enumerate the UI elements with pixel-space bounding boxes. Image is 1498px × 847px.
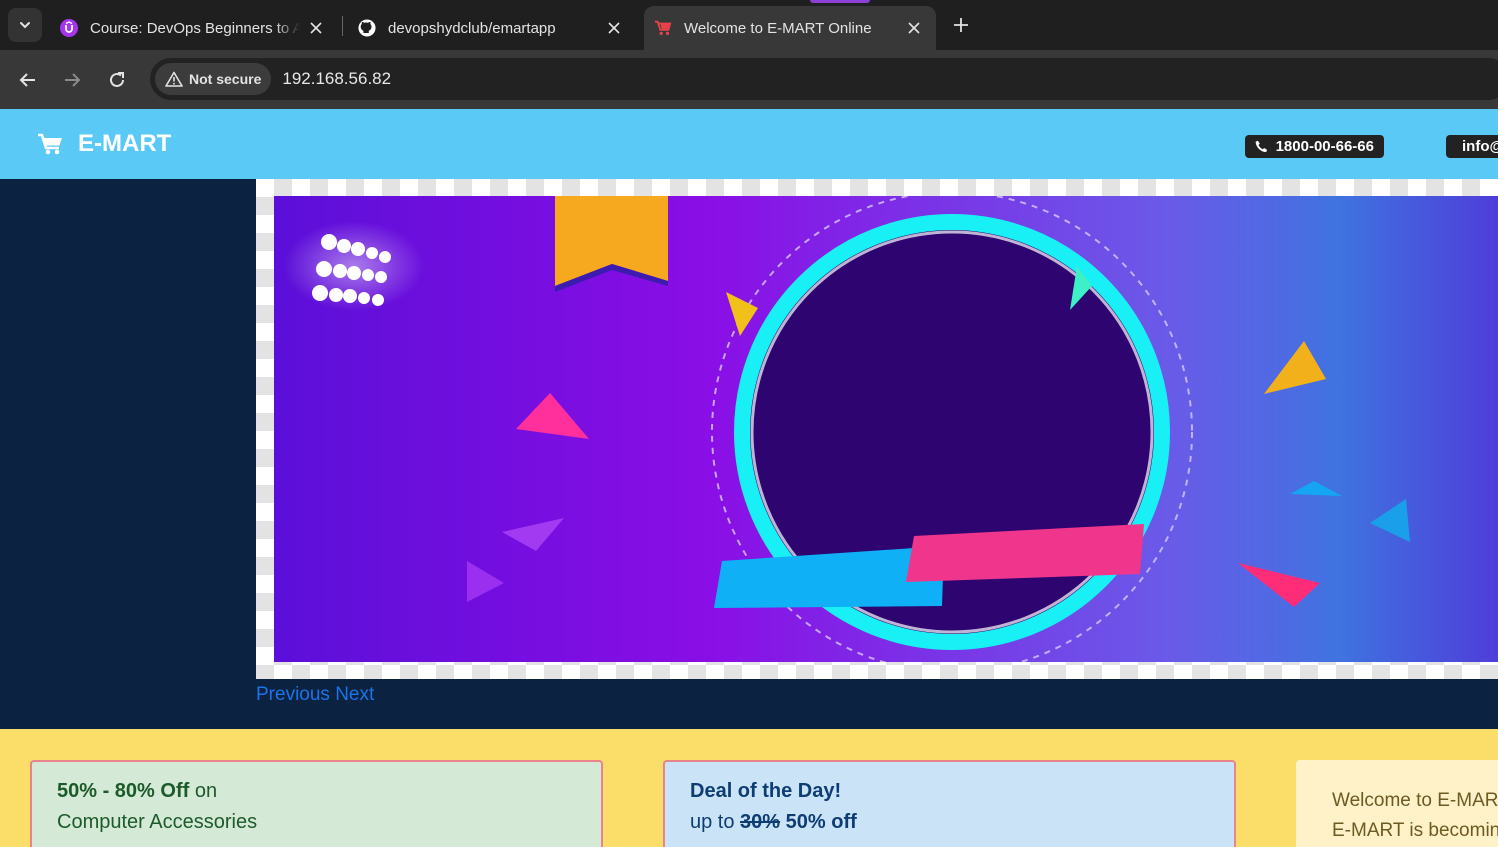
carousel-next-link[interactable]: Next xyxy=(335,684,374,705)
phone-icon xyxy=(1255,140,1268,153)
promo-category: Computer Accessories xyxy=(57,811,258,833)
reload-button[interactable] xyxy=(103,66,131,94)
tab-github-repo[interactable]: devopshydclub/emartapp xyxy=(346,6,636,50)
back-button[interactable] xyxy=(14,66,42,94)
tab-emart-active[interactable]: Welcome to E-MART Online xyxy=(644,0,936,50)
tab-search-button[interactable] xyxy=(8,8,42,42)
promo-headline: 50% - 80% Off on xyxy=(57,780,218,802)
url-text[interactable]: 192.168.56.82 xyxy=(282,69,391,89)
plus-icon xyxy=(954,18,968,32)
brand-logo[interactable]: E-MART xyxy=(38,130,171,158)
welcome-text: E-MART is becomin xyxy=(1332,820,1498,841)
brand-name: E-MART xyxy=(78,130,172,157)
discount-range: 50% - 80% Off xyxy=(57,780,190,802)
arrow-left-icon xyxy=(19,73,35,87)
tab-title: Welcome to E-MART Online xyxy=(684,19,872,37)
deal-title: Deal of the Day! xyxy=(690,780,842,802)
old-discount: 30% xyxy=(740,811,781,833)
phone-number: 1800-00-66-66 xyxy=(1275,138,1374,155)
site-info-button[interactable]: Not secure xyxy=(155,63,272,95)
browser-tab-strip: Course: DevOps Beginners to Ad devopshyd… xyxy=(0,0,1498,50)
warning-icon xyxy=(165,71,183,87)
welcome-heading: Welcome to E-MAR xyxy=(1332,790,1498,811)
shopping-cart-icon xyxy=(38,133,62,155)
close-tab-icon[interactable] xyxy=(604,18,624,38)
tab-divider xyxy=(342,16,343,36)
tab-title: devopshydclub/emartapp xyxy=(388,19,556,37)
image-carousel xyxy=(256,179,1498,679)
reload-icon xyxy=(110,72,124,87)
carousel-controls: Previous Next xyxy=(256,684,374,706)
close-tab-icon[interactable] xyxy=(306,18,326,38)
close-tab-icon[interactable] xyxy=(904,18,924,38)
promo-card-accessories[interactable]: 50% - 80% Off on Computer Accessories xyxy=(30,760,603,847)
udemy-icon xyxy=(60,19,78,37)
github-icon xyxy=(358,19,376,37)
email-contact[interactable]: info@ xyxy=(1446,135,1498,158)
address-bar[interactable]: Not secure 192.168.56.82 xyxy=(150,58,1498,100)
tab-udemy-course[interactable]: Course: DevOps Beginners to Ad xyxy=(48,6,338,50)
tab-title: Course: DevOps Beginners to Ad xyxy=(90,19,300,37)
deal-discount: up to 30% 50% off xyxy=(690,811,857,833)
email-text: info@ xyxy=(1462,138,1498,155)
cart-icon xyxy=(654,19,672,37)
carousel-slide-image xyxy=(274,196,1498,662)
forward-button[interactable] xyxy=(58,66,86,94)
browser-toolbar: Not secure 192.168.56.82 xyxy=(0,50,1498,109)
phone-contact[interactable]: 1800-00-66-66 xyxy=(1245,135,1384,158)
site-header: E-MART 1800-00-66-66 info@ xyxy=(0,109,1498,179)
welcome-card: Welcome to E-MAR E-MART is becomin xyxy=(1296,760,1498,847)
spotlight-cluster xyxy=(284,221,424,311)
security-label: Not secure xyxy=(189,71,262,87)
new-tab-button[interactable] xyxy=(946,10,976,40)
promo-section: 50% - 80% Off on Computer Accessories De… xyxy=(0,729,1498,847)
carousel-previous-link[interactable]: Previous xyxy=(256,684,330,705)
promo-card-deal-of-day[interactable]: Deal of the Day! up to 30% 50% off xyxy=(663,760,1236,847)
new-discount: 50% off xyxy=(780,811,857,833)
chevron-down-icon xyxy=(20,22,30,29)
arrow-right-icon xyxy=(65,73,81,87)
